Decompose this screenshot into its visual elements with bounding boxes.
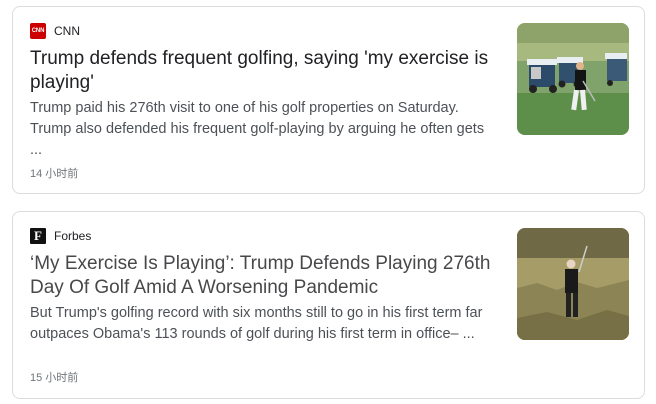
source-row: F Forbes [30, 228, 91, 244]
news-card-cnn[interactable]: CNN CNN Trump defends frequent golfing, … [12, 6, 645, 194]
source-name: CNN [54, 24, 80, 38]
article-snippet: Trump paid his 276th visit to one of his… [30, 100, 485, 158]
article-title[interactable]: Trump defends frequent golfing, saying '… [30, 47, 510, 95]
article-title[interactable]: ‘My Exercise Is Playing’: Trump Defends … [30, 252, 510, 300]
news-card-forbes[interactable]: F Forbes ‘My Exercise Is Playing’: Trump… [12, 211, 645, 399]
golfer-in-rough-image[interactable] [517, 228, 629, 340]
article-time: 15 小时前 [30, 372, 79, 384]
source-row: CNN CNN [30, 23, 80, 39]
article-time: 14 小时前 [30, 168, 79, 180]
golfer-with-carts-image[interactable] [517, 23, 629, 135]
forbes-logo-icon: F [30, 228, 46, 244]
article-snippet: But Trump's golfing record with six mont… [30, 305, 483, 342]
cnn-logo-icon: CNN [30, 23, 46, 39]
source-name: Forbes [54, 229, 92, 243]
